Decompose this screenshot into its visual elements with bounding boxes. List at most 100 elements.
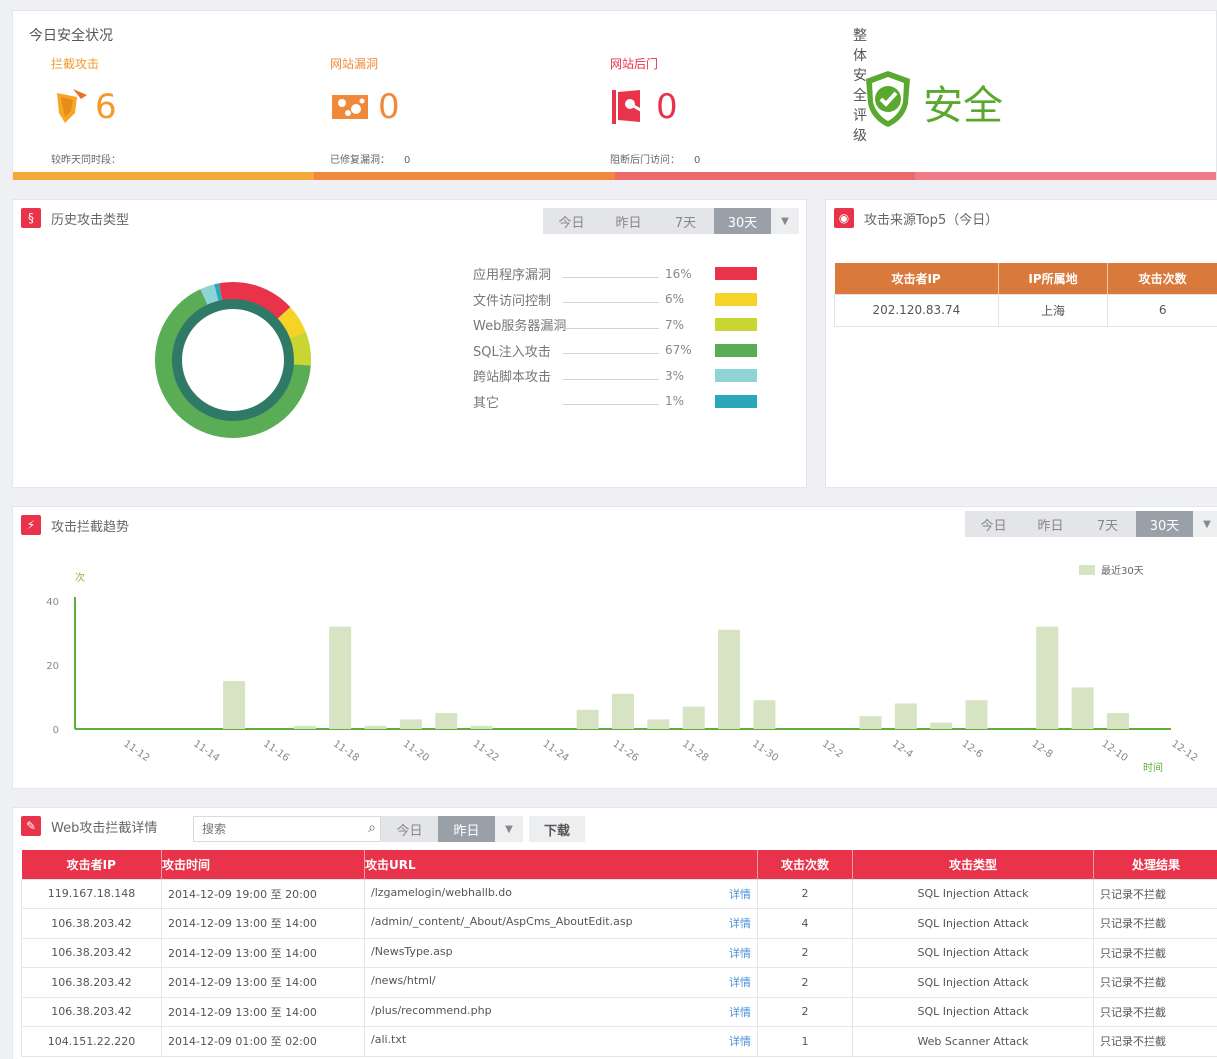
overall-rating-value: 安全 xyxy=(923,83,1003,129)
col-attack-count: 攻击次数 xyxy=(1107,263,1217,294)
detail-link[interactable]: 详情 xyxy=(729,886,751,902)
chart-bar xyxy=(329,626,352,729)
attack-time: 2014-12-09 01:00 至 02:00 xyxy=(161,1026,365,1057)
detail-link[interactable]: 详情 xyxy=(729,974,751,990)
table-row: 119.167.18.148 2014-12-09 19:00 至 20:00/l… xyxy=(21,878,1217,909)
legend-percent: 6% xyxy=(665,292,685,306)
attack-count: 2 xyxy=(757,878,853,909)
attack-url: /plus/recommend.php 详情 xyxy=(364,996,758,1027)
legend-item: 应用程序漏洞 16% xyxy=(473,264,757,283)
chart-bar xyxy=(753,700,776,729)
blocked-attacks-label: 拦截攻击 xyxy=(51,57,100,71)
detail-link[interactable]: 详情 xyxy=(729,915,751,931)
tab-today[interactable]: 今日 xyxy=(543,208,600,234)
trend-range-tabs: 今日 昨日 7天 30天 ▼ xyxy=(965,511,1217,537)
security-status-panel: 今日安全状况 拦截攻击 6 较昨天同时段： 网站漏洞 0 已修复漏洞： 0 网站后… xyxy=(12,10,1217,180)
x-tick-label: 11-18 xyxy=(331,738,361,764)
chart-bar xyxy=(1071,687,1094,729)
legend-label: 应用程序漏洞 xyxy=(473,268,552,283)
chevron-down-icon[interactable]: ▼ xyxy=(1193,511,1217,537)
handling-result: 只记录不拦截 xyxy=(1093,937,1217,968)
download-button[interactable]: 下载 xyxy=(529,816,585,842)
legend-label: Web服务器漏洞 xyxy=(473,319,567,334)
attack-url: /ali.txt 详情 xyxy=(364,1026,758,1057)
attack-url: /admin/_content/_About/AspCms_AboutEdit.… xyxy=(364,908,758,939)
vulnerability-count: 0 xyxy=(378,87,400,127)
tab-30days[interactable]: 30天 xyxy=(1136,511,1193,537)
legend-leader-line xyxy=(563,346,659,354)
legend-label: 其它 xyxy=(473,395,500,411)
shield-check-icon xyxy=(863,69,913,132)
donut-center xyxy=(183,310,283,410)
blocked-attacks-count: 6 xyxy=(95,87,117,127)
attack-trend-bar-chart: 0 20 40 次 11-12 11-14 11-16 11-18 11-20 11-22 11-2… xyxy=(46,564,1199,774)
legend-percent: 67% xyxy=(665,343,692,357)
tab-yesterday[interactable]: 昨日 xyxy=(438,816,495,842)
search-icon[interactable]: ⌕ xyxy=(368,820,376,836)
chevron-down-icon[interactable]: ▼ xyxy=(771,208,799,234)
attack-type: SQL Injection Attack xyxy=(852,878,1094,909)
detail-link[interactable]: 详情 xyxy=(729,1004,751,1020)
legend-swatch xyxy=(715,369,757,382)
handling-result: 只记录不拦截 xyxy=(1093,878,1217,909)
chart-bar xyxy=(223,681,246,729)
column-header: 攻击次数 xyxy=(757,850,853,879)
detail-range-tabs: 今日 昨日 ▼ xyxy=(381,816,523,842)
attack-trend-panel: ⚡ 攻击拦截趋势 今日 昨日 7天 30天 ▼ 0 20 40 次 11-12 11-14… xyxy=(12,506,1217,789)
x-tick-label: 12-10 xyxy=(1099,738,1129,764)
detail-link[interactable]: 详情 xyxy=(729,1033,751,1049)
column-header: 处理结果 xyxy=(1093,850,1217,879)
legend-leader-line xyxy=(563,372,659,380)
legend-item: Web服务器漏洞 7% xyxy=(473,315,757,334)
url-text: /ali.txt xyxy=(371,1033,407,1047)
tab-7days[interactable]: 7天 xyxy=(1079,511,1136,537)
web-attack-detail-panel: ✎ Web攻击拦截详情 ⌕ 今日 昨日 ▼ 下载 攻击者IP攻击时间攻击URL攻… xyxy=(12,807,1217,1059)
vulnerability-fixed: 已修复漏洞： 0 xyxy=(330,155,411,166)
tab-yesterday[interactable]: 昨日 xyxy=(600,208,657,234)
tab-yesterday[interactable]: 昨日 xyxy=(1022,511,1079,537)
detail-link[interactable]: 详情 xyxy=(729,945,751,961)
attack-type-header: § 历史攻击类型 xyxy=(21,208,129,228)
chart-bar xyxy=(399,719,422,729)
chart-bar xyxy=(894,703,917,729)
attack-url: /NewsType.asp 详情 xyxy=(364,937,758,968)
column-header: 攻击类型 xyxy=(852,850,1094,879)
table-row: 104.151.22.220 2014-12-09 01:00 至 02:00/a… xyxy=(21,1026,1217,1057)
legend-swatch xyxy=(715,318,757,331)
attacker-ip: 202.120.83.74 xyxy=(834,293,999,327)
history-icon: § xyxy=(21,208,41,228)
color-bar-segment xyxy=(614,172,916,180)
tab-30days[interactable]: 30天 xyxy=(714,208,771,234)
attack-time: 2014-12-09 13:00 至 14:00 xyxy=(161,908,365,939)
chart-bar xyxy=(293,725,316,729)
chart-bar xyxy=(435,713,458,729)
chart-bar xyxy=(965,700,988,729)
y-tick-label: 0 xyxy=(53,725,59,736)
x-tick-label: 11-16 xyxy=(261,738,291,764)
chart-bar xyxy=(930,722,953,729)
legend-leader-line xyxy=(563,270,659,278)
trend-header: ⚡ 攻击拦截趋势 xyxy=(21,515,129,535)
legend-percent: 16% xyxy=(665,266,692,281)
top5-table: 攻击者IP IP所属地 攻击次数 202.120.83.74 上海 6 xyxy=(834,263,1217,327)
search-input[interactable] xyxy=(194,817,344,841)
today-status-title: 今日安全状况 xyxy=(29,28,113,44)
x-tick-label: 12-6 xyxy=(960,738,985,760)
legend-leader-line xyxy=(563,295,659,303)
legend-label: SQL注入攻击 xyxy=(473,344,551,360)
color-bar-segment xyxy=(13,172,314,180)
top5-title: 攻击来源Top5（今日） xyxy=(864,212,999,228)
chart-bar xyxy=(1036,626,1059,729)
handling-result: 只记录不拦截 xyxy=(1093,1026,1217,1057)
history-range-tabs: 今日 昨日 7天 30天 ▼ xyxy=(543,208,799,234)
tab-7days[interactable]: 7天 xyxy=(657,208,714,234)
x-tick-label: 11-30 xyxy=(750,738,780,764)
attack-type: SQL Injection Attack xyxy=(852,996,1094,1027)
attack-count: 2 xyxy=(757,967,853,998)
chevron-down-icon[interactable]: ▼ xyxy=(495,816,523,842)
tab-today[interactable]: 今日 xyxy=(965,511,1022,537)
legend-label: 跨站脚本攻击 xyxy=(473,370,552,385)
attack-source-top5-panel: ◉ 攻击来源Top5（今日） 攻击者IP IP所属地 攻击次数 202.120.… xyxy=(825,199,1217,488)
tab-today[interactable]: 今日 xyxy=(381,816,438,842)
detail-title: Web攻击拦截详情 xyxy=(51,820,158,836)
